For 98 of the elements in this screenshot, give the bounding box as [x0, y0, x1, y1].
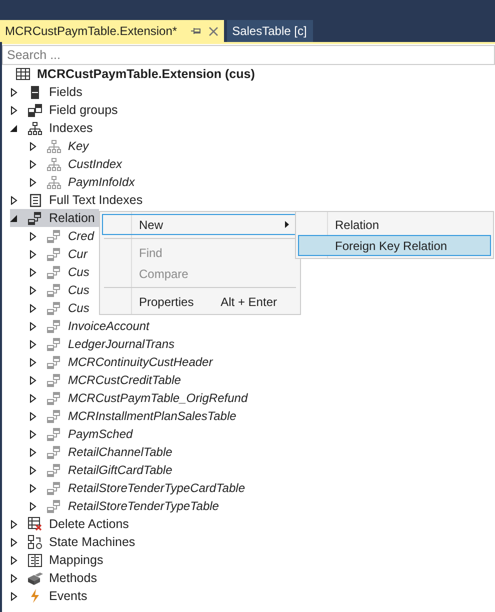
table-icon	[16, 68, 30, 80]
field-group-icon	[28, 104, 42, 116]
tree-item[interactable]: RetailStoreTenderTypeTable	[29, 497, 223, 515]
tree-item[interactable]: Indexes	[10, 119, 97, 137]
collapsed-arrow-icon[interactable]	[29, 250, 37, 258]
pin-icon[interactable]	[191, 27, 202, 35]
tree-item[interactable]: CustIndex	[29, 155, 126, 173]
collapsed-arrow-icon[interactable]	[10, 196, 18, 204]
hierarchy-icon	[47, 158, 61, 170]
relation-icon	[47, 464, 61, 476]
relation-icon	[47, 500, 61, 512]
tree-item[interactable]: Field groups	[10, 101, 122, 119]
tree-item[interactable]: MCRInstallmentPlanSalesTable	[29, 407, 240, 425]
expanded-arrow-icon[interactable]	[10, 124, 18, 132]
collapsed-arrow-icon[interactable]	[29, 484, 37, 492]
collapsed-arrow-icon[interactable]	[10, 592, 18, 600]
collapsed-arrow-icon[interactable]	[10, 556, 18, 564]
document-icon	[30, 194, 40, 206]
tree-item[interactable]: MCRContinuityCustHeader	[29, 353, 217, 371]
menu-item[interactable]: Properties Alt + Enter	[102, 291, 298, 312]
tree-root-item[interactable]: MCRCustPaymTable.Extension (cus)	[2, 65, 495, 83]
tree-item[interactable]: Relation	[10, 209, 99, 227]
tree-item[interactable]: Full Text Indexes	[10, 191, 147, 209]
expanded-arrow-icon[interactable]	[10, 214, 18, 222]
search-field[interactable]: Search ...	[2, 45, 495, 65]
tree-item[interactable]: RetailChannelTable	[29, 443, 176, 461]
collapsed-arrow-icon[interactable]	[29, 502, 37, 510]
tree-item[interactable]: RetailStoreTenderTypeCardTable	[29, 479, 249, 497]
tree-item[interactable]: PaymSched	[29, 425, 137, 443]
collapsed-arrow-icon[interactable]	[29, 142, 37, 150]
collapsed-arrow-icon[interactable]	[29, 160, 37, 168]
close-icon[interactable]	[209, 26, 218, 36]
relation-icon	[47, 248, 61, 260]
relation-icon	[47, 320, 61, 332]
relation-icon	[47, 392, 61, 404]
mapping-icon	[28, 554, 42, 566]
collapsed-arrow-icon[interactable]	[29, 340, 37, 348]
relation-icon	[47, 266, 61, 278]
tree-item[interactable]: Methods	[10, 569, 101, 587]
relation-icon	[47, 374, 61, 386]
collapsed-arrow-icon[interactable]	[29, 286, 37, 294]
relation-icon	[47, 482, 61, 494]
table-delete-icon	[28, 517, 42, 531]
document-tab[interactable]: SalesTable [c]	[227, 20, 313, 42]
tree-item[interactable]: MCRCustPaymTable_OrigRefund	[29, 389, 252, 407]
tree-item[interactable]: Cus	[29, 263, 94, 281]
tree-item[interactable]: Cur	[29, 245, 92, 263]
tree-item[interactable]: PaymInfoIdx	[29, 173, 139, 191]
relation-icon	[28, 212, 42, 224]
tree-item[interactable]: Fields	[10, 83, 86, 101]
hierarchy-icon	[47, 176, 61, 188]
blocks-icon	[27, 572, 43, 584]
collapsed-arrow-icon[interactable]	[29, 448, 37, 456]
tree-item[interactable]: InvoiceAccount	[29, 317, 154, 335]
field-icon	[31, 86, 39, 98]
tree-item[interactable]: Cred	[29, 227, 98, 245]
relation-icon	[47, 284, 61, 296]
relation-icon	[47, 302, 61, 314]
collapsed-arrow-icon[interactable]	[29, 412, 37, 420]
collapsed-arrow-icon[interactable]	[29, 466, 37, 474]
tree-item[interactable]: Cus	[29, 299, 94, 317]
menu-item[interactable]: New	[102, 214, 298, 235]
relation-icon	[47, 428, 61, 440]
collapsed-arrow-icon[interactable]	[10, 520, 18, 528]
collapsed-arrow-icon[interactable]	[29, 178, 37, 186]
collapsed-arrow-icon[interactable]	[29, 376, 37, 384]
tree-item[interactable]: MCRCustCreditTable	[29, 371, 185, 389]
hierarchy-icon	[28, 122, 42, 134]
relation-icon	[47, 410, 61, 422]
tree-item[interactable]: RetailGiftCardTable	[29, 461, 176, 479]
menu-item[interactable]: Foreign Key Relation	[298, 235, 491, 256]
collapsed-arrow-icon[interactable]	[29, 232, 37, 240]
tree-item[interactable]: Mappings	[10, 551, 108, 569]
tree-item[interactable]: Cus	[29, 281, 94, 299]
tree-item[interactable]: Key	[29, 137, 93, 155]
hierarchy-icon	[47, 140, 61, 152]
relation-icon	[47, 446, 61, 458]
relation-icon	[47, 356, 61, 368]
relation-icon	[47, 338, 61, 350]
collapsed-arrow-icon[interactable]	[10, 538, 18, 546]
collapsed-arrow-icon[interactable]	[29, 268, 37, 276]
relation-icon	[47, 230, 61, 242]
collapsed-arrow-icon[interactable]	[10, 88, 18, 96]
lightning-icon	[30, 589, 40, 603]
document-tab[interactable]: MCRCustPaymTable.Extension*	[0, 20, 224, 42]
tree-item[interactable]: Delete Actions	[10, 515, 133, 533]
collapsed-arrow-icon[interactable]	[10, 106, 18, 114]
menu-item[interactable]: Relation	[298, 214, 491, 235]
collapsed-arrow-icon[interactable]	[29, 304, 37, 312]
collapsed-arrow-icon[interactable]	[29, 322, 37, 330]
collapsed-arrow-icon[interactable]	[10, 574, 18, 582]
collapsed-arrow-icon[interactable]	[29, 430, 37, 438]
tree-item[interactable]: LedgerJournalTrans	[29, 335, 179, 353]
tree-item[interactable]: State Machines	[10, 533, 140, 551]
collapsed-arrow-icon[interactable]	[29, 394, 37, 402]
collapsed-arrow-icon[interactable]	[29, 358, 37, 366]
state-machine-icon	[28, 535, 42, 549]
tree-item[interactable]: Events	[10, 587, 92, 605]
